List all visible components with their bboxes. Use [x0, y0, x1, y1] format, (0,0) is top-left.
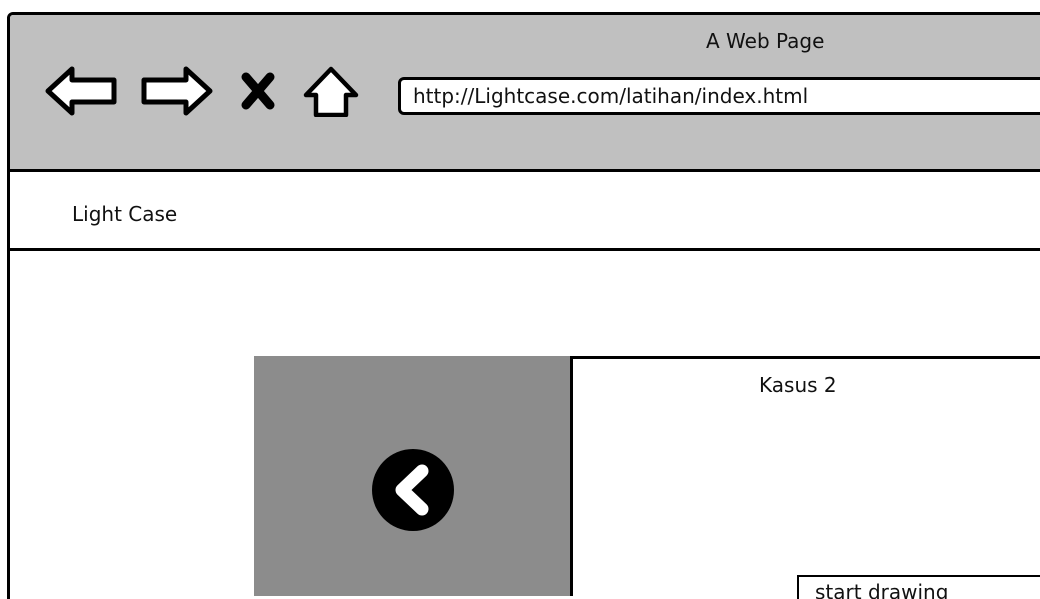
stop-icon[interactable]	[238, 65, 278, 117]
prev-button[interactable]	[372, 449, 454, 531]
lightbox-image-area	[254, 356, 570, 596]
window-title: A Web Page	[706, 29, 825, 53]
home-icon[interactable]	[300, 65, 362, 117]
lightbox-panel: Kasus 2 start drawing	[570, 356, 1040, 599]
site-navbar: Light Case	[10, 172, 1040, 251]
site-brand[interactable]: Light Case	[72, 202, 177, 226]
start-drawing-button[interactable]: start drawing	[797, 575, 1040, 599]
panel-title: Kasus 2	[759, 373, 837, 397]
forward-arrow-icon[interactable]	[138, 65, 214, 117]
browser-toolbar: A Web Page http://Lightcase.com/latihan/…	[10, 15, 1040, 172]
back-arrow-icon[interactable]	[44, 65, 120, 117]
url-input[interactable]: http://Lightcase.com/latihan/index.html	[398, 77, 1040, 115]
chevron-left-icon	[395, 464, 429, 516]
